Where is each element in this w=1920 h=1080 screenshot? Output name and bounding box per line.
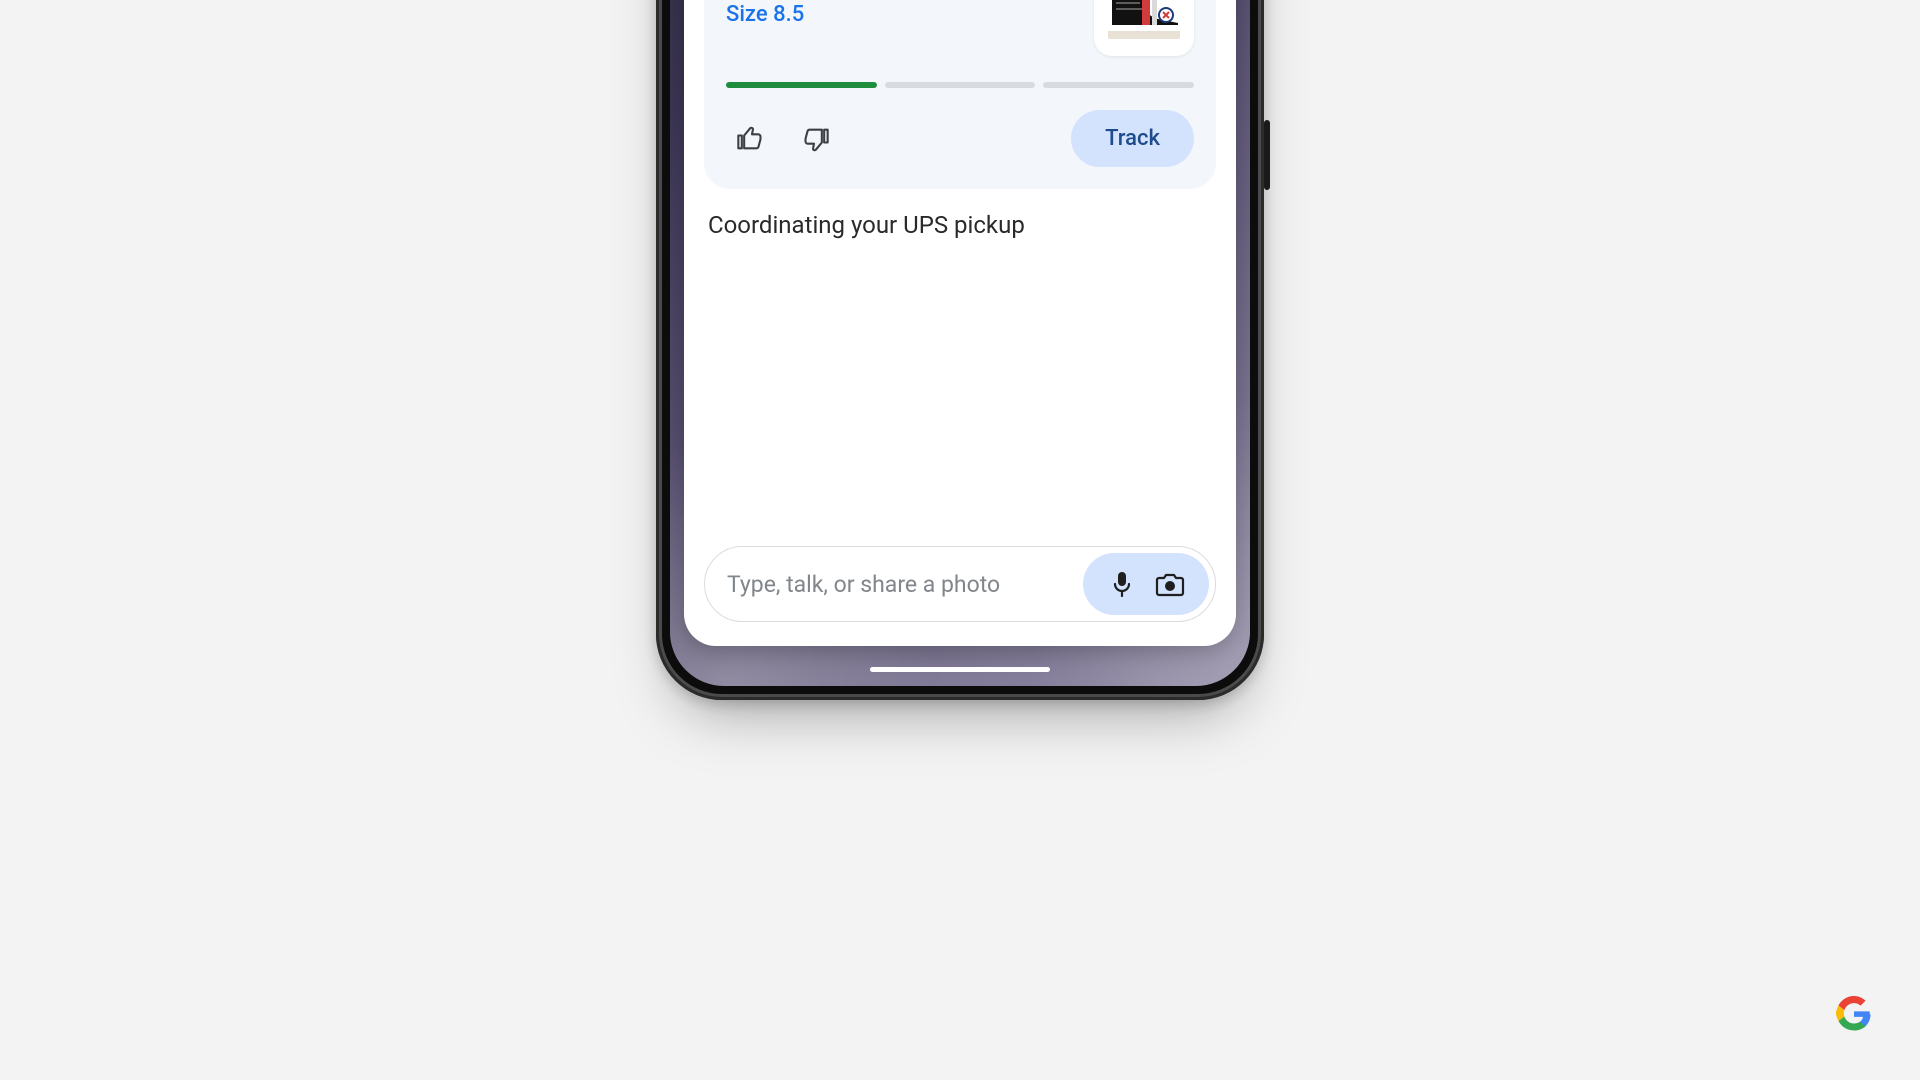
product-image	[1094, 0, 1194, 56]
composer[interactable]: Type, talk, or share a photo	[704, 546, 1216, 622]
composer-actions	[1083, 553, 1209, 615]
track-button[interactable]: Track	[1071, 110, 1194, 167]
card-actions: Track	[726, 110, 1194, 167]
camera-button[interactable]	[1155, 569, 1185, 599]
return-card: Return started with Converse Chuck 70 Ar…	[704, 0, 1216, 189]
status-line: Coordinating your UPS pickup	[704, 207, 1216, 239]
composer-placeholder: Type, talk, or share a photo	[727, 571, 1071, 598]
thumbs-down-button[interactable]	[792, 115, 840, 163]
google-logo	[1836, 996, 1872, 1032]
mic-icon	[1110, 570, 1134, 598]
progress-seg-2	[885, 82, 1036, 88]
phone-frame: Google Workspace	[656, 0, 1264, 700]
assistant-sheet: Google Workspace	[684, 0, 1236, 646]
product-row: Chuck 70 Archival Stripes Size 8.5	[726, 0, 1194, 56]
product-size: Size 8.5	[726, 2, 1076, 27]
mic-button[interactable]	[1107, 569, 1137, 599]
thumbs-up-button[interactable]	[726, 115, 774, 163]
home-indicator[interactable]	[870, 667, 1050, 672]
thumbs-down-icon	[802, 125, 830, 153]
track-label: Track	[1105, 126, 1160, 151]
thumbs-up-icon	[736, 125, 764, 153]
progress-seg-1	[726, 82, 877, 88]
phone-screen: Google Workspace	[670, 0, 1250, 686]
progress-bar	[726, 82, 1194, 88]
camera-icon	[1155, 571, 1185, 597]
progress-seg-3	[1043, 82, 1194, 88]
